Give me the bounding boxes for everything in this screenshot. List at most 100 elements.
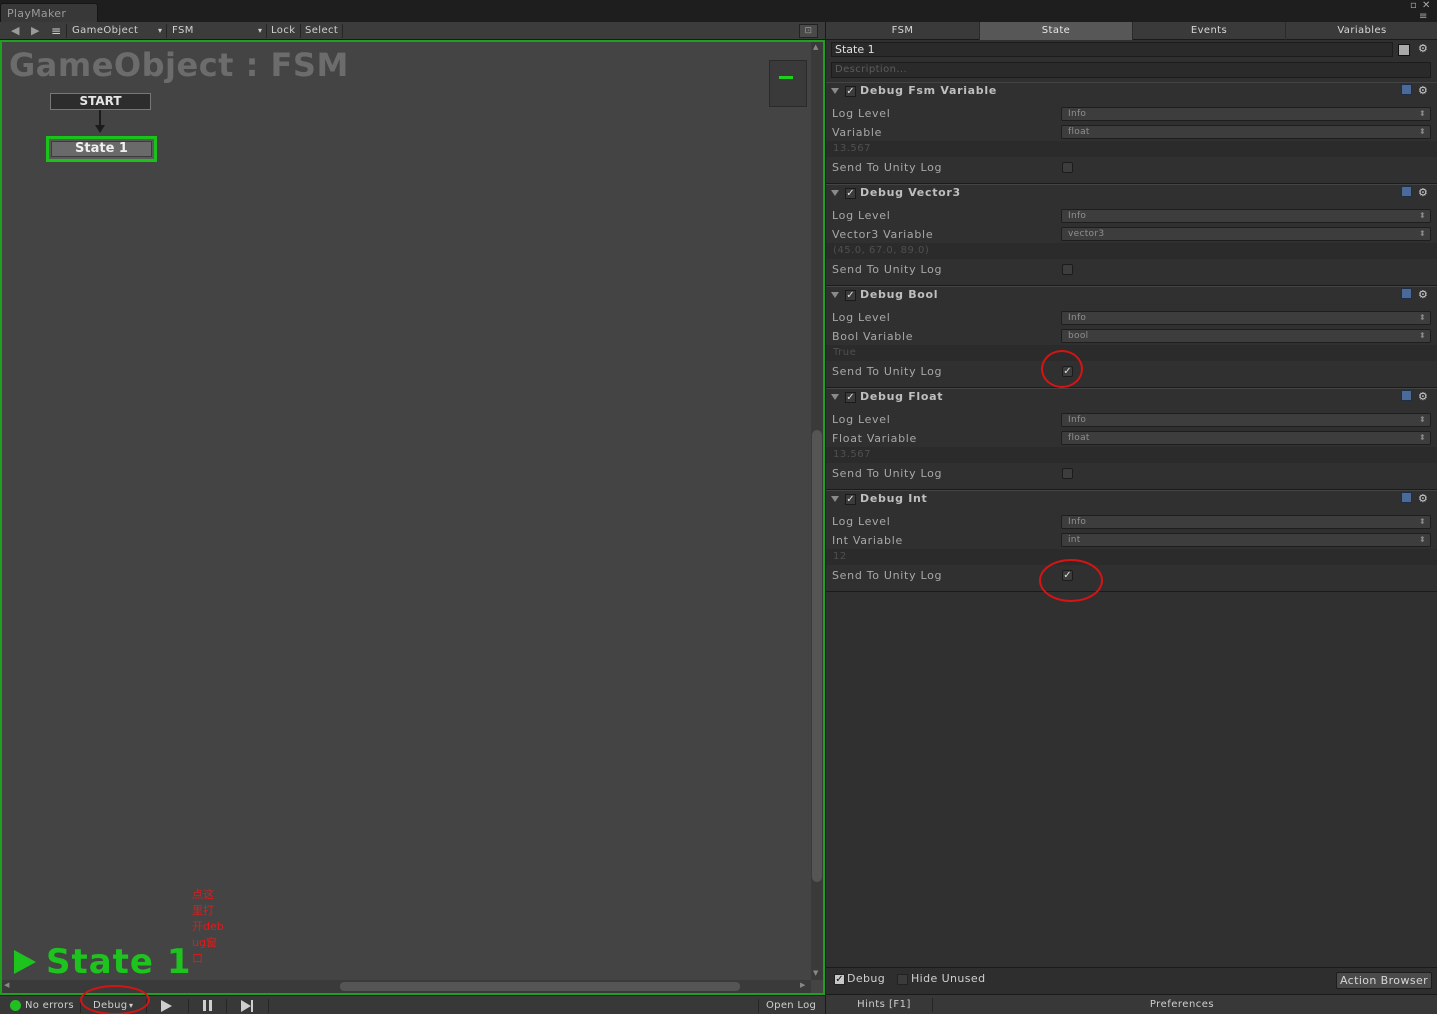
- triangle-down-icon[interactable]: [831, 292, 839, 298]
- gear-icon[interactable]: ⚙: [1418, 84, 1428, 97]
- log-level-select[interactable]: Info: [1061, 209, 1431, 223]
- divider: [268, 999, 269, 1013]
- scroll-left-icon[interactable]: ◀: [4, 981, 9, 989]
- annotation-circle: [1041, 350, 1083, 388]
- action-enabled-checkbox[interactable]: ✓: [845, 188, 856, 199]
- active-state-label: State 1: [46, 942, 192, 982]
- gear-icon[interactable]: ⚙: [1418, 390, 1428, 403]
- variable-select[interactable]: float: [1061, 125, 1431, 139]
- log-level-select[interactable]: Info: [1061, 515, 1431, 529]
- chevron-down-icon: ▾: [158, 26, 163, 35]
- action-header[interactable]: ✓ Debug Vector3 ⚙: [826, 185, 1437, 203]
- send-to-log-checkbox[interactable]: [1062, 162, 1073, 173]
- log-level-select[interactable]: Info: [1061, 413, 1431, 427]
- debug-checkbox[interactable]: ✓: [834, 974, 845, 985]
- scroll-right-icon[interactable]: ▶: [800, 981, 805, 989]
- divider: [342, 24, 343, 38]
- fsm-graph-canvas[interactable]: GameObject : FSM START State 1 ▲ ▼ ◀ ▶ 点…: [0, 40, 825, 995]
- step-icon[interactable]: [241, 1000, 251, 1012]
- send-to-log-checkbox[interactable]: [1062, 468, 1073, 479]
- action-enabled-checkbox[interactable]: ✓: [845, 290, 856, 301]
- preferences-button[interactable]: Preferences: [1132, 995, 1232, 1014]
- triangle-down-icon[interactable]: [831, 88, 839, 94]
- description-field[interactable]: Description...: [831, 62, 1431, 78]
- action-debug-bool: ✓ Debug Bool ⚙ Log Level Info Bool Varia…: [826, 286, 1437, 388]
- gear-icon[interactable]: ⚙: [1418, 492, 1428, 505]
- action-header[interactable]: ✓ Debug Bool ⚙: [826, 287, 1437, 305]
- chevron-down-icon: ▾: [258, 26, 263, 35]
- lock-button[interactable]: Lock: [271, 22, 295, 40]
- send-to-log-checkbox[interactable]: [1062, 264, 1073, 275]
- variable-select[interactable]: bool: [1061, 329, 1431, 343]
- action-enabled-checkbox[interactable]: ✓: [845, 392, 856, 403]
- play-icon[interactable]: [161, 1000, 172, 1012]
- variable-select[interactable]: float: [1061, 431, 1431, 445]
- minimap[interactable]: [769, 60, 807, 107]
- tab-fsm[interactable]: FSM: [826, 22, 980, 40]
- action-browser-button[interactable]: Action Browser: [1336, 972, 1432, 989]
- gear-icon[interactable]: ⚙: [1418, 42, 1428, 55]
- select-button[interactable]: Select: [305, 22, 338, 40]
- action-enabled-checkbox[interactable]: ✓: [845, 494, 856, 505]
- start-node[interactable]: START: [50, 93, 151, 110]
- triangle-down-icon[interactable]: [831, 394, 839, 400]
- state-color-picker[interactable]: [1398, 44, 1410, 56]
- triangle-down-icon[interactable]: [831, 190, 839, 196]
- play-icon: [14, 950, 36, 974]
- book-icon[interactable]: [1401, 288, 1412, 299]
- arrow-right-icon[interactable]: ▶: [31, 22, 40, 40]
- debug-checkbox-label: Debug: [847, 972, 886, 985]
- divider: [166, 24, 167, 38]
- open-log-button[interactable]: Open Log: [766, 996, 816, 1014]
- annotation-circle: [1039, 559, 1103, 602]
- book-icon[interactable]: [1401, 390, 1412, 401]
- send-to-log-label: Send To Unity Log: [832, 467, 943, 480]
- scrollbar-thumb[interactable]: [340, 982, 740, 991]
- book-icon[interactable]: [1401, 492, 1412, 503]
- log-level-select[interactable]: Info: [1061, 311, 1431, 325]
- variable-select[interactable]: int: [1061, 533, 1431, 547]
- hints-button[interactable]: Hints [F1]: [826, 995, 942, 1014]
- scroll-down-icon[interactable]: ▼: [813, 969, 818, 977]
- window-tab[interactable]: PlayMaker: [0, 3, 98, 22]
- action-header[interactable]: ✓ Debug Int ⚙: [826, 491, 1437, 509]
- action-title: Debug Bool: [860, 288, 939, 301]
- hide-unused-checkbox[interactable]: [897, 974, 908, 985]
- state-name-field[interactable]: State 1: [831, 42, 1393, 57]
- variable-select[interactable]: vector3: [1061, 227, 1431, 241]
- log-level-label: Log Level: [832, 413, 891, 426]
- arrow-left-icon[interactable]: ◀: [11, 22, 20, 40]
- state-node[interactable]: State 1: [46, 136, 157, 162]
- variable-label: Float Variable: [832, 432, 918, 445]
- annotation-note: 点这里打开debug窗口: [192, 888, 224, 965]
- triangle-down-icon[interactable]: [831, 496, 839, 502]
- tab-state[interactable]: State: [980, 22, 1133, 40]
- hamburger-icon[interactable]: ≡: [51, 22, 61, 40]
- vertical-scrollbar[interactable]: ▲ ▼: [811, 42, 823, 980]
- gameobject-select[interactable]: GameObject: [72, 22, 138, 40]
- variable-label: Bool Variable: [832, 330, 914, 343]
- action-header[interactable]: ✓ Debug Float ⚙: [826, 389, 1437, 407]
- variable-value: 13.567: [826, 447, 1437, 463]
- action-header[interactable]: ✓ Debug Fsm Variable ⚙: [826, 83, 1437, 101]
- toggle-inspector-icon[interactable]: ⊡: [799, 24, 818, 38]
- scroll-up-icon[interactable]: ▲: [813, 43, 818, 51]
- inspector-statusbar: Hints [F1] Preferences: [826, 994, 1437, 1014]
- gear-icon[interactable]: ⚙: [1418, 186, 1428, 199]
- window-menu-icon[interactable]: ≡: [1419, 12, 1427, 22]
- divider: [188, 999, 189, 1013]
- tab-variables[interactable]: Variables: [1286, 22, 1437, 40]
- maximize-icon[interactable]: ▫: [1410, 1, 1417, 11]
- log-level-select[interactable]: Info: [1061, 107, 1431, 121]
- error-count[interactable]: No errors: [25, 996, 74, 1014]
- close-icon[interactable]: ✕: [1422, 1, 1430, 11]
- book-icon[interactable]: [1401, 186, 1412, 197]
- scrollbar-thumb[interactable]: [812, 430, 822, 882]
- action-enabled-checkbox[interactable]: ✓: [845, 86, 856, 97]
- inspector-panel: FSM State Events Variables State 1 ⚙ Des…: [825, 22, 1437, 1014]
- gear-icon[interactable]: ⚙: [1418, 288, 1428, 301]
- book-icon[interactable]: [1401, 84, 1412, 95]
- tab-events[interactable]: Events: [1133, 22, 1286, 40]
- pause-icon[interactable]: [203, 1000, 212, 1011]
- fsm-select[interactable]: FSM: [172, 22, 194, 40]
